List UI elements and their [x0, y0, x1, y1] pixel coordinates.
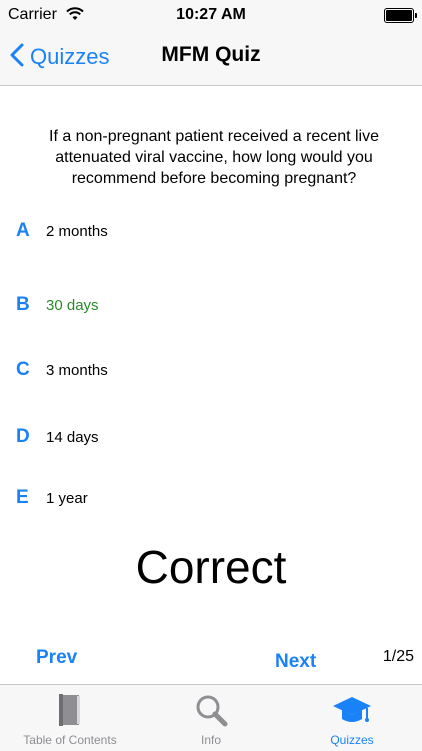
answer-text: 3 months: [46, 361, 108, 379]
magnifier-icon: [194, 693, 228, 732]
graduation-cap-icon: [331, 693, 373, 732]
tab-label: Quizzes: [330, 733, 374, 747]
status-bar: Carrier 10:27 AM: [0, 0, 422, 30]
next-button[interactable]: Next: [275, 651, 316, 673]
tab-quizzes[interactable]: Quizzes: [282, 685, 422, 751]
answer-option-c[interactable]: C 3 months: [16, 355, 396, 385]
answer-text: 14 days: [46, 428, 99, 446]
page-counter: 1/25: [382, 648, 414, 665]
answer-text: 2 months: [46, 222, 108, 240]
prev-button[interactable]: Prev: [36, 647, 77, 669]
answer-letter: A: [16, 220, 30, 241]
answer-text: 1 year: [46, 489, 88, 507]
answer-option-b[interactable]: B 30 days: [16, 290, 396, 320]
chevron-left-icon: [10, 43, 24, 72]
answer-letter: B: [16, 294, 30, 315]
answer-letter: D: [16, 426, 30, 447]
result-message: Correct: [135, 541, 287, 593]
answer-option-a[interactable]: A 2 months: [16, 216, 396, 246]
tab-table-of-contents[interactable]: Table of Contents: [0, 685, 140, 751]
answer-option-e[interactable]: E 1 year: [16, 483, 396, 513]
tab-info[interactable]: Info: [141, 685, 281, 751]
tab-bar: Table of Contents Info Quizzes: [0, 684, 422, 751]
book-icon: [55, 693, 85, 732]
answer-letter: C: [16, 359, 30, 380]
question-text: If a non-pregnant patient received a rec…: [49, 128, 379, 187]
tab-label: Table of Contents: [23, 733, 117, 747]
answer-text: 30 days: [46, 296, 99, 314]
answer-letter: E: [16, 487, 29, 508]
battery-icon: [384, 8, 417, 23]
navigation-bar: Quizzes MFM Quiz: [0, 30, 422, 86]
back-label: Quizzes: [30, 44, 110, 69]
answer-option-d[interactable]: D 14 days: [16, 422, 396, 452]
back-button[interactable]: Quizzes: [10, 40, 109, 74]
clock: 10:27 AM: [176, 6, 246, 23]
tab-label: Info: [200, 733, 221, 747]
